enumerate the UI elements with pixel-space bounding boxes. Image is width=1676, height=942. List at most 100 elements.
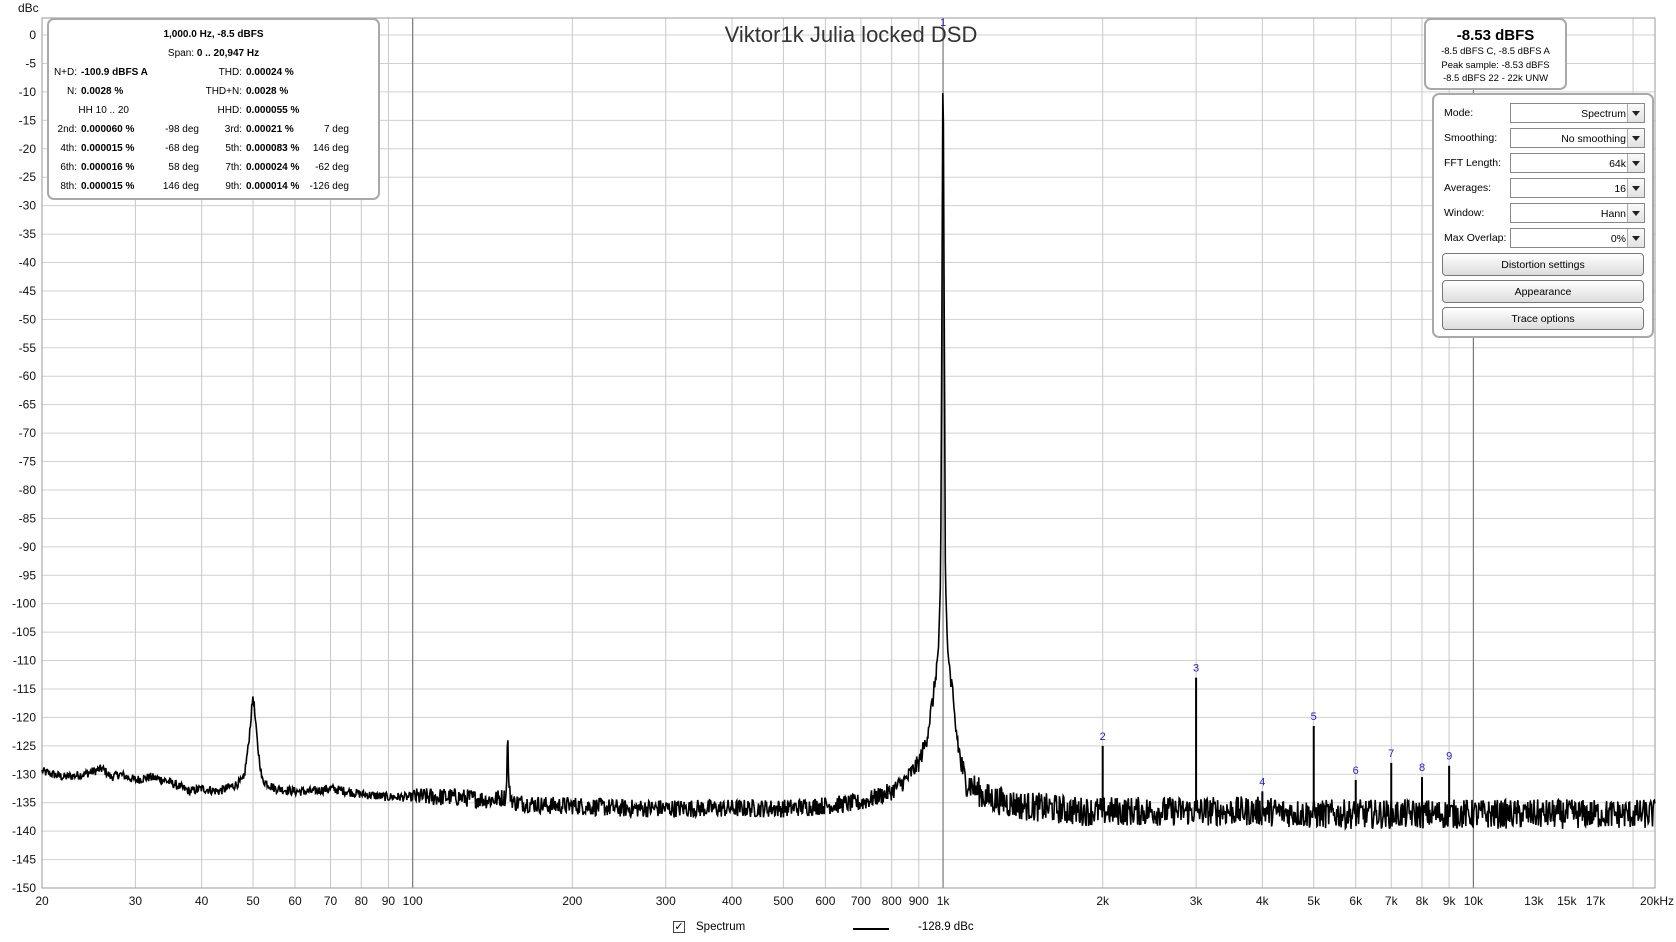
y-tick-label: -90	[19, 540, 37, 554]
y-tick-label: -50	[19, 312, 37, 326]
y-tick-label: -45	[19, 284, 37, 298]
y-tick-label: -125	[12, 739, 36, 753]
chevron-down-icon[interactable]	[1627, 204, 1644, 222]
y-tick-label: -135	[12, 796, 36, 810]
smoothing-select[interactable]: No smoothing	[1510, 128, 1645, 148]
x-tick-label: 5k	[1307, 894, 1321, 908]
chevron-down-icon[interactable]	[1627, 104, 1644, 122]
mode-label: Mode:	[1444, 107, 1474, 119]
x-tick-label: 100	[403, 894, 423, 908]
y-tick-label: -100	[12, 597, 36, 611]
y-tick-label: -20	[19, 142, 37, 156]
x-tick-label: 20	[35, 894, 49, 908]
max-overlap-row: Max Overlap: 0%	[1442, 228, 1648, 250]
x-tick-label: 4k	[1256, 894, 1270, 908]
appearance-button[interactable]: Appearance	[1442, 280, 1644, 303]
y-tick-label: -60	[19, 369, 37, 383]
spectrum-trace	[41, 93, 1656, 831]
harmonic-label: 7th:	[225, 162, 242, 173]
x-tick-label: 70	[324, 894, 338, 908]
x-tick-label: 900	[909, 894, 929, 908]
distortion-settings-button[interactable]: Distortion settings	[1442, 253, 1644, 276]
averages-select[interactable]: 16	[1510, 178, 1645, 198]
harmonic-label: 3	[1193, 663, 1199, 675]
y-tick-label: -55	[19, 341, 37, 355]
legend-series-name: Spectrum	[696, 921, 746, 933]
harmonic-phase: 146 deg	[312, 143, 349, 154]
y-tick-label: -10	[19, 85, 37, 99]
x-tick-label: 40	[195, 894, 209, 908]
chevron-down-icon[interactable]	[1627, 229, 1644, 247]
chevron-down-icon[interactable]	[1627, 129, 1644, 147]
harmonic-label: 4th:	[60, 143, 77, 154]
mode-select[interactable]: Spectrum	[1510, 103, 1645, 123]
y-tick-label: -65	[19, 398, 37, 412]
harmonic-value: 0.000015 %	[81, 181, 135, 192]
window-select[interactable]: Hann	[1510, 203, 1645, 223]
spectrum-checkbox[interactable]: ✓	[673, 921, 685, 933]
y-tick-label: -70	[19, 426, 37, 440]
fft-length-select[interactable]: 64k	[1510, 153, 1645, 173]
x-tick-label: 800	[882, 894, 902, 908]
mode-value: Spectrum	[1581, 108, 1626, 120]
x-tick-label: 7k	[1385, 894, 1399, 908]
hh-row: HH 10 .. 20 HHD: 0.000055 %	[49, 102, 378, 120]
max-overlap-value: 0%	[1610, 233, 1626, 245]
smoothing-label: Smoothing:	[1444, 132, 1498, 144]
level-meter-panel: -8.53 dBFS -8.5 dBFS C, -8.5 dBFS A Peak…	[1424, 18, 1567, 90]
chevron-down-icon[interactable]	[1627, 154, 1644, 172]
y-tick-label: -15	[19, 113, 37, 127]
harmonic-row: 2nd: 0.000060 % -98 deg 3rd: 0.00021 % 7 deg	[49, 121, 378, 139]
harmonic-value: 0.000015 %	[81, 143, 135, 154]
y-tick-label: -150	[12, 881, 36, 895]
y-tick-label: 0	[29, 28, 36, 42]
smoothing-row: Smoothing: No smoothing	[1442, 128, 1648, 150]
legend-swatch	[853, 928, 889, 930]
harmonic-label: 5	[1311, 711, 1317, 723]
max-overlap-select[interactable]: 0%	[1510, 228, 1645, 248]
fundamental-header: 1,000.0 Hz, -8.5 dBFS	[163, 29, 264, 40]
fft-length-row: FFT Length: 64k	[1442, 153, 1648, 175]
y-tick-label: -95	[19, 568, 37, 582]
harmonic-phase: 146 deg	[162, 181, 199, 192]
harmonic-label: 1	[940, 17, 946, 29]
thd-value: 0.00024 %	[246, 67, 294, 78]
x-tick-label: 6k	[1349, 894, 1363, 908]
harmonic-phase: -68 deg	[165, 143, 199, 154]
harmonic-value: 0.00021 %	[246, 124, 294, 135]
x-tick-label: 50	[246, 894, 260, 908]
y-tick-label: -35	[19, 227, 37, 241]
y-tick-label: -40	[19, 256, 37, 270]
chevron-down-icon[interactable]	[1627, 179, 1644, 197]
averages-label: Averages:	[1444, 182, 1492, 194]
harmonic-label: 7	[1388, 748, 1394, 760]
hhd-value: 0.000055 %	[246, 105, 300, 116]
mode-row: Mode: Spectrum	[1442, 103, 1648, 125]
x-tick-label: 700	[851, 894, 871, 908]
y-tick-label: -80	[19, 483, 37, 497]
hh-label: HH 10 .. 20	[78, 105, 129, 116]
x-tick-label: 10k	[1464, 894, 1484, 908]
x-tick-label: 8k	[1416, 894, 1430, 908]
harmonic-label: 9th:	[225, 181, 242, 192]
x-tick-label: 30	[129, 894, 143, 908]
y-axis-label: dBc	[18, 1, 39, 15]
averages-row: Averages: 16	[1442, 178, 1648, 200]
max-overlap-label: Max Overlap:	[1444, 232, 1507, 244]
x-tick-label: 600	[815, 894, 835, 908]
smoothing-value: No smoothing	[1561, 133, 1626, 145]
nd-label: N+D:	[53, 67, 77, 78]
trace-options-button[interactable]: Trace options	[1442, 307, 1644, 330]
y-tick-label: -110	[13, 654, 36, 668]
thdn-value: 0.0028 %	[246, 86, 289, 97]
x-tick-label: 9k	[1443, 894, 1457, 908]
y-tick-label: -115	[13, 682, 36, 696]
harmonic-label: 5th:	[225, 143, 242, 154]
harmonic-label: 3rd:	[224, 124, 242, 135]
harmonic-label: 6	[1353, 765, 1359, 777]
nd-value: -100.9 dBFS A	[81, 67, 148, 78]
level-weighted: -8.5 dBFS C, -8.5 dBFS A	[1441, 46, 1550, 57]
n-label: N:	[67, 86, 77, 97]
y-tick-label: -140	[12, 824, 36, 838]
y-tick-label: -5	[25, 56, 36, 70]
